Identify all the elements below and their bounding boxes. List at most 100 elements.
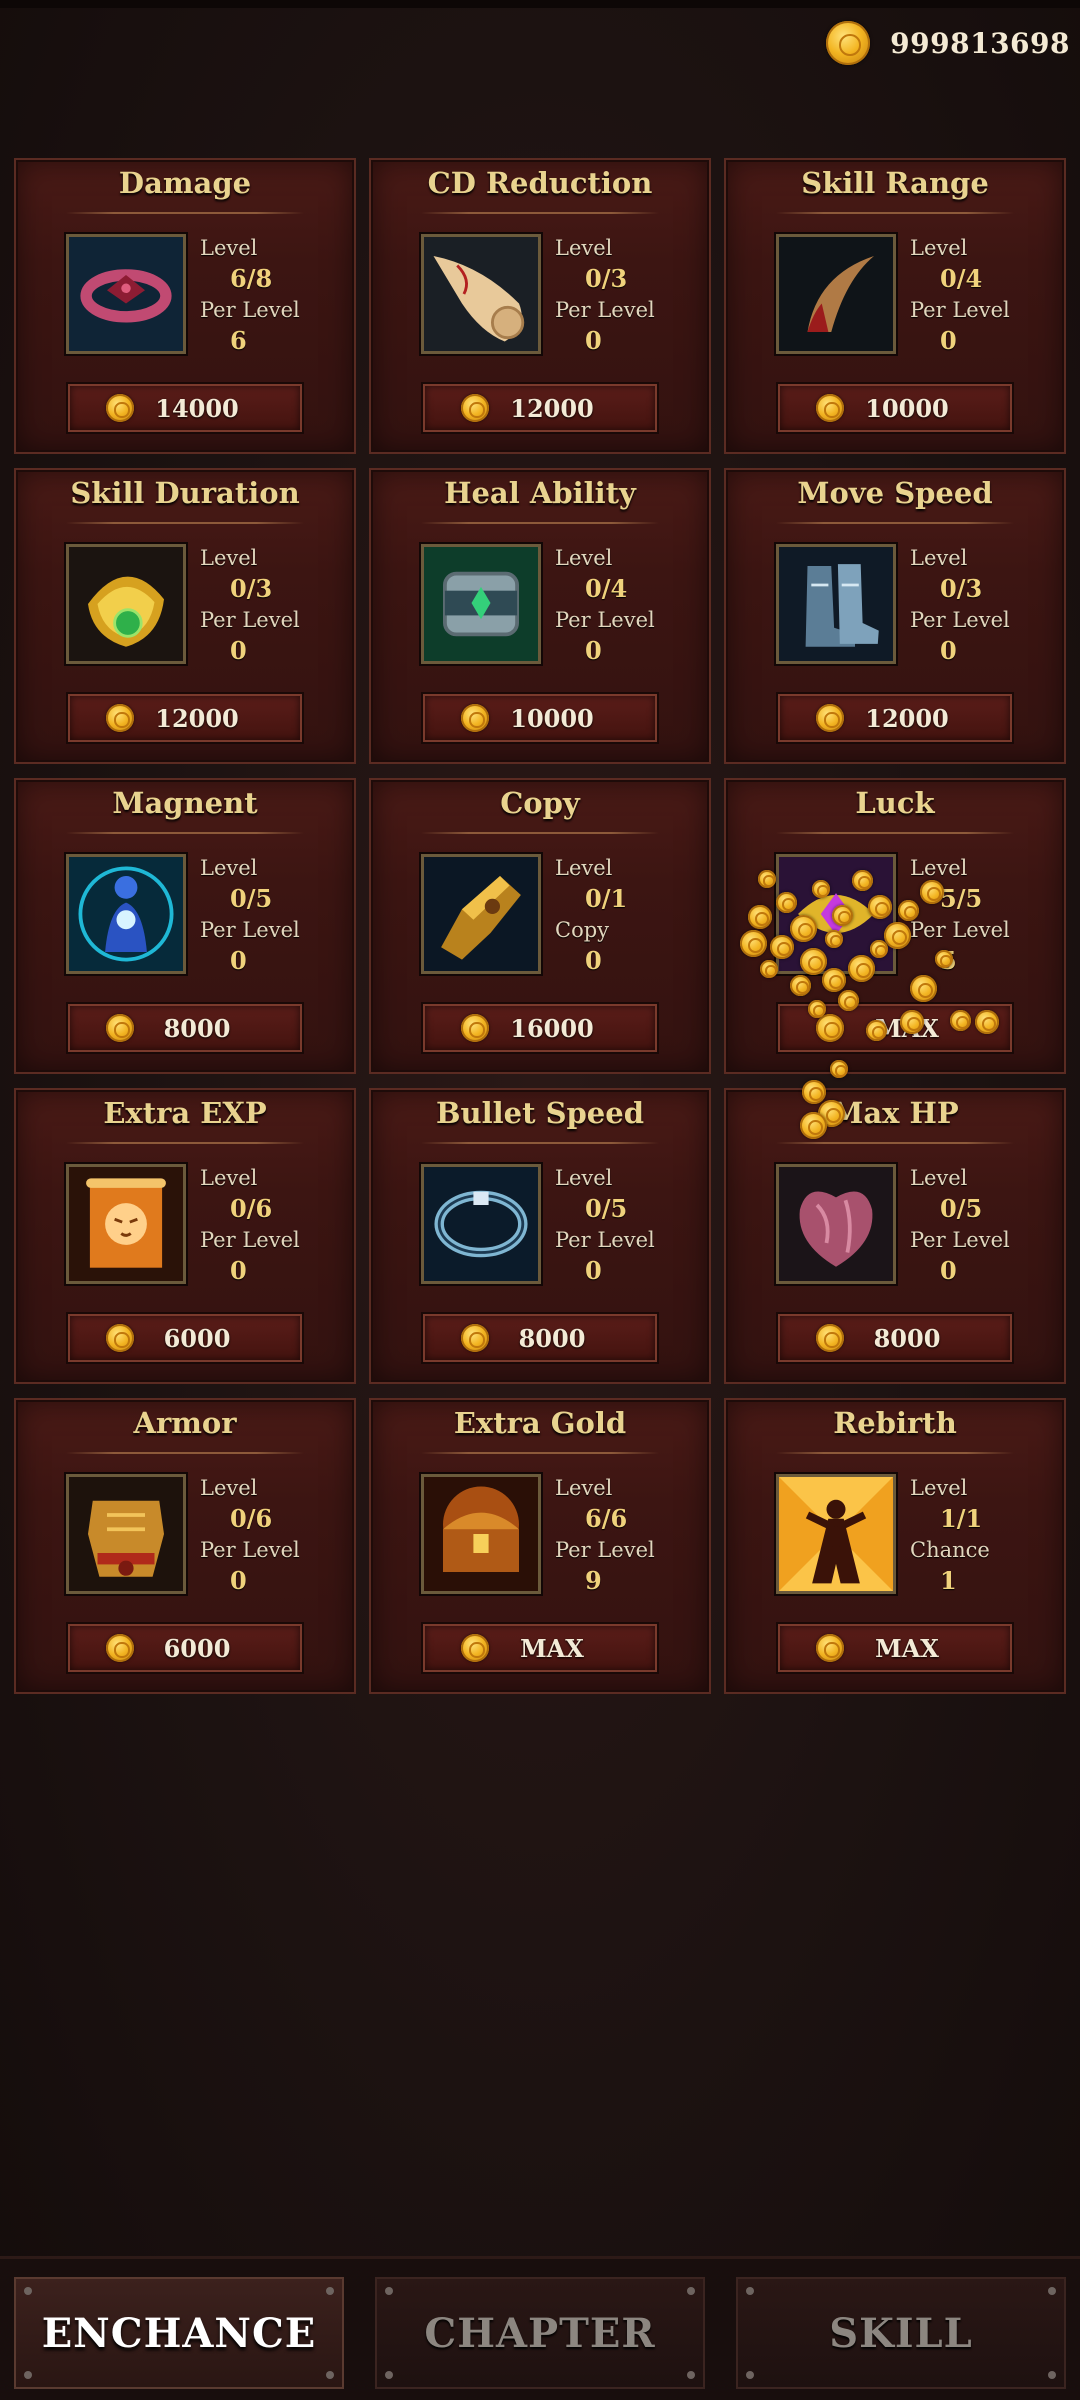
stat-label: Level	[910, 1166, 968, 1190]
tiger-scroll-icon	[66, 1164, 186, 1284]
gold-coin-icon	[816, 704, 844, 732]
level-value: 1/1	[940, 1504, 983, 1533]
price-label: 16000	[510, 1013, 594, 1043]
gold-coin-icon	[461, 1014, 489, 1042]
upgrade-card-skill-duration: Skill Duration Level 0/3 Per Level 0 120…	[14, 468, 356, 764]
price-label: MAX	[520, 1633, 584, 1663]
stat-label: Copy	[555, 918, 610, 942]
upgrade-stats: Level 0/5 Per Level 0	[200, 854, 320, 978]
title-divider	[66, 1142, 304, 1144]
level-value: 0/6	[230, 1194, 273, 1223]
upgrade-button[interactable]: 8000	[68, 1004, 302, 1052]
stat-label: Per Level	[200, 298, 300, 322]
upgrade-button[interactable]: 8000	[778, 1314, 1012, 1362]
upgrade-button[interactable]: 16000	[423, 1004, 657, 1052]
upgrade-card-skill-range: Skill Range Level 0/4 Per Level 0 10000	[724, 158, 1066, 454]
stat-label: Level	[200, 236, 258, 260]
tab-enchance[interactable]: ENCHANCE	[14, 2277, 344, 2389]
stat-label: Level	[910, 236, 968, 260]
upgrade-stats: Level 6/6 Per Level 9	[555, 1474, 675, 1598]
per-level-value: 0	[940, 636, 957, 665]
stat-label: Per Level	[910, 1228, 1010, 1252]
upgrade-stats: Level 0/4 Per Level 0	[555, 544, 675, 668]
upgrade-button[interactable]: MAX	[778, 1624, 1012, 1672]
title-divider	[421, 832, 659, 834]
price-label: MAX	[875, 1013, 939, 1043]
boots-icon	[776, 544, 896, 664]
per-level-value: 0	[940, 326, 957, 355]
gold-amount: 999813698	[890, 26, 1070, 60]
stat-label: Level	[200, 856, 258, 880]
upgrade-card-rebirth: Rebirth Level 1/1 Chance 1 MAX	[724, 1398, 1066, 1694]
price-label: 10000	[865, 393, 949, 423]
upgrade-button[interactable]: 10000	[423, 694, 657, 742]
upgrade-button[interactable]: 12000	[423, 384, 657, 432]
per-level-value: 9	[585, 1566, 602, 1595]
stat-label: Per Level	[910, 918, 1010, 942]
per-level-value: 0	[230, 1566, 247, 1595]
stat-label: Level	[200, 1476, 258, 1500]
upgrade-button[interactable]: 6000	[68, 1624, 302, 1672]
title-divider	[66, 832, 304, 834]
upgrade-button[interactable]: 6000	[68, 1314, 302, 1362]
title-divider	[421, 212, 659, 214]
upgrade-card-bullet-speed: Bullet Speed Level 0/5 Per Level 0 8000	[369, 1088, 711, 1384]
level-value: 6/8	[230, 264, 273, 293]
magnet-figure-icon	[66, 854, 186, 974]
level-value: 0/5	[230, 884, 273, 913]
upgrade-stats: Level 1/1 Chance 1	[910, 1474, 1030, 1598]
level-value: 0/3	[940, 574, 983, 603]
upgrade-stats: Level 0/6 Per Level 0	[200, 1474, 320, 1598]
upgrade-stats: Level 0/3 Per Level 0	[910, 544, 1030, 668]
upgrade-button[interactable]: MAX	[778, 1004, 1012, 1052]
tab-skill-label: SKILL	[829, 2309, 973, 2357]
upgrade-button[interactable]: 8000	[423, 1314, 657, 1362]
title-divider	[421, 1142, 659, 1144]
emerald-bracer-icon	[421, 544, 541, 664]
upgrade-card-luck: Luck Level 5/5 Per Level 5 MAX	[724, 778, 1066, 1074]
stat-label: Level	[555, 1476, 613, 1500]
upgrade-card-heal-ability: Heal Ability Level 0/4 Per Level 0 10000	[369, 468, 711, 764]
gold-coin-icon	[106, 1324, 134, 1352]
stat-label: Per Level	[555, 298, 655, 322]
per-level-value: 5	[940, 946, 957, 975]
title-divider	[776, 832, 1014, 834]
upgrade-card-move-speed: Move Speed Level 0/3 Per Level 0 12000	[724, 468, 1066, 764]
title-divider	[776, 1452, 1014, 1454]
upgrade-button[interactable]: 12000	[778, 694, 1012, 742]
price-label: 12000	[865, 703, 949, 733]
upgrade-stats: Level 5/5 Per Level 5	[910, 854, 1030, 978]
upgrade-button[interactable]: 14000	[68, 384, 302, 432]
level-value: 5/5	[940, 884, 983, 913]
top-edge	[0, 0, 1080, 8]
upgrade-title: Luck	[855, 786, 935, 820]
per-level-value: 6	[230, 326, 247, 355]
price-label: 6000	[163, 1323, 231, 1353]
enchance-screen: 999813698 Damage Level 6/8 Per Level 6 1…	[0, 0, 1080, 2400]
title-divider	[66, 212, 304, 214]
upgrade-title: Skill Duration	[70, 476, 300, 510]
upgrade-card-extra-exp: Extra EXP Level 0/6 Per Level 0 6000	[14, 1088, 356, 1384]
crown-ring-icon	[66, 234, 186, 354]
upgrade-card-armor: Armor Level 0/6 Per Level 0 6000	[14, 1398, 356, 1694]
stat-label: Level	[910, 1476, 968, 1500]
tab-chapter[interactable]: CHAPTER	[375, 2277, 705, 2389]
per-level-value: 0	[585, 326, 602, 355]
upgrade-button[interactable]: 12000	[68, 694, 302, 742]
upgrade-stats: Level 0/5 Per Level 0	[910, 1164, 1030, 1288]
gold-coin-icon	[461, 1634, 489, 1662]
upgrade-title: Bullet Speed	[436, 1096, 644, 1130]
gold-coin-icon	[816, 394, 844, 422]
stat-label: Per Level	[200, 1228, 300, 1252]
upgrade-title: Rebirth	[833, 1406, 957, 1440]
upgrade-button[interactable]: 10000	[778, 384, 1012, 432]
upgrade-button[interactable]: MAX	[423, 1624, 657, 1672]
price-label: 10000	[510, 703, 594, 733]
per-level-value: 0	[585, 946, 602, 975]
upgrade-title: Move Speed	[797, 476, 993, 510]
golden-amulet-icon	[66, 544, 186, 664]
tab-skill[interactable]: SKILL	[736, 2277, 1066, 2389]
stat-label: Per Level	[555, 608, 655, 632]
armor-icon	[66, 1474, 186, 1594]
stat-label: Level	[910, 546, 968, 570]
